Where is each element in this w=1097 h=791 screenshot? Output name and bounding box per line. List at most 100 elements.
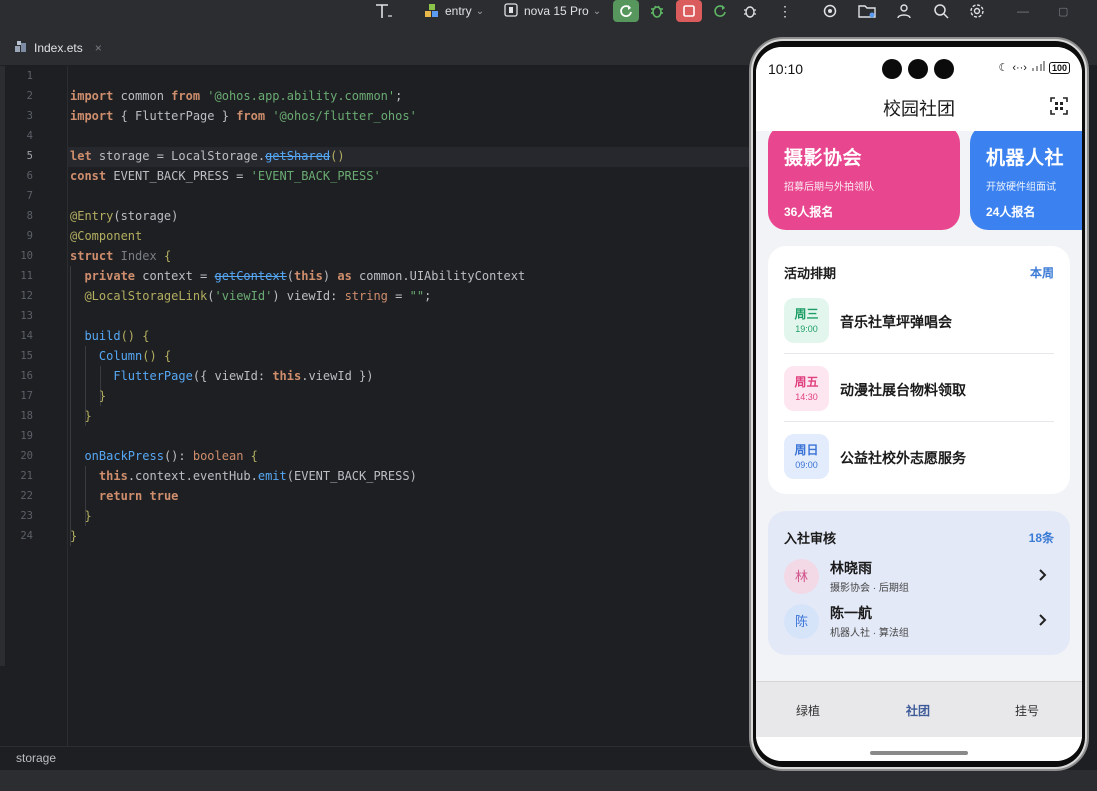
stop-button[interactable] bbox=[676, 0, 702, 22]
club-count: 36人报名 bbox=[784, 205, 834, 219]
refresh-icon bbox=[714, 5, 726, 17]
club-name: 机器人社 bbox=[986, 148, 1065, 169]
data-transfer-icon: ‹··› bbox=[1012, 61, 1027, 74]
event-time: 19:00 bbox=[795, 324, 818, 334]
event-title: 公益社校外志愿服务 bbox=[840, 450, 966, 466]
line-number: 14 bbox=[20, 330, 33, 342]
rerun-icon bbox=[620, 5, 632, 17]
event-title: 动漫社展台物料领取 bbox=[840, 382, 966, 398]
line-number: 17 bbox=[20, 390, 33, 402]
line-number: 23 bbox=[20, 510, 33, 522]
breadcrumb-symbol[interactable]: storage bbox=[16, 751, 56, 765]
phone-screen: 10:10 ☾ ‹··› 100 校园社团 摄影协会 招募后期与外拍领队 36人… bbox=[756, 47, 1082, 761]
chevron-right-icon bbox=[1038, 613, 1048, 632]
applicant-detail: 摄影协会 · 后期组 bbox=[830, 583, 909, 594]
line-number: 11 bbox=[20, 270, 33, 282]
tab-index-ets[interactable]: Index.ets × bbox=[14, 38, 102, 58]
avatar: 林 bbox=[784, 559, 819, 594]
attach-debug-icon bbox=[744, 6, 756, 18]
tab-filename: Index.ets bbox=[34, 41, 83, 55]
event-time: 09:00 bbox=[795, 460, 818, 470]
battery-indicator: 100 bbox=[1048, 61, 1070, 74]
line-number: 20 bbox=[20, 450, 33, 462]
code-line-22: return true bbox=[98, 489, 179, 503]
review-count-link[interactable]: 18条 bbox=[1029, 529, 1054, 546]
search-icon[interactable] bbox=[933, 0, 949, 22]
device-selector[interactable]: nova 15 Pro ⌄ bbox=[504, 0, 601, 22]
close-tab-icon[interactable]: × bbox=[95, 41, 102, 55]
applicant-row[interactable]: 林林晓雨摄影协会 · 后期组 bbox=[784, 556, 1054, 598]
code-line-23: } bbox=[84, 509, 92, 523]
code-editor[interactable]: 1 2 3 4 5 6 7 8 9 10 11 12 13 14 15 16 17 18 19 20 21 22 23 24 … bbox=[0, 66, 760, 746]
chevron-down-icon: ⌄ bbox=[475, 5, 485, 17]
phone-status-bar: 10:10 ☾ ‹··› 100 bbox=[756, 47, 1082, 87]
home-indicator[interactable] bbox=[870, 751, 968, 755]
code-line-8: @Entry(storage) bbox=[70, 209, 179, 223]
folder-icon[interactable] bbox=[858, 0, 876, 22]
event-date-badge: 周三 19:00 bbox=[784, 298, 829, 343]
run-button[interactable] bbox=[613, 0, 639, 22]
status-time: 10:10 bbox=[768, 61, 804, 77]
restore-window-icon[interactable]: ▢ bbox=[1058, 0, 1068, 22]
line-number: 15 bbox=[20, 350, 33, 362]
club-name: 摄影协会 bbox=[784, 148, 863, 169]
line-number: 2 bbox=[26, 90, 33, 102]
target-icon[interactable] bbox=[822, 0, 838, 22]
minimize-icon[interactable]: — bbox=[1017, 0, 1029, 22]
applicant-detail: 机器人社 · 算法组 bbox=[830, 628, 909, 639]
signal-icon bbox=[1031, 61, 1045, 74]
club-desc: 招募后期与外拍领队 bbox=[784, 182, 874, 193]
schedule-card: 活动排期 本周 周三 19:00 音乐社草坪弹唱会 周五 14:30 动漫社展台物料领取周… bbox=[768, 246, 1070, 494]
code-line-11: private context = getContext(this) as co… bbox=[84, 269, 526, 283]
line-number: 7 bbox=[26, 190, 33, 202]
code-line-2: import common from '@ohos.app.ability.co… bbox=[70, 89, 403, 103]
stop-icon bbox=[683, 5, 695, 17]
code-line-6: const EVENT_BACK_PRESS = 'EVENT_BACK_PRE… bbox=[70, 169, 381, 183]
schedule-week-link[interactable]: 本周 bbox=[1030, 264, 1054, 281]
text-format-icon[interactable] bbox=[374, 0, 394, 22]
tab-registration[interactable]: 挂号 bbox=[1015, 702, 1039, 719]
line-number: 19 bbox=[20, 430, 33, 442]
camera-cutout bbox=[882, 59, 902, 79]
avatar: 陈 bbox=[784, 604, 819, 639]
line-number: 9 bbox=[26, 230, 33, 242]
more-options-icon[interactable]: ⋮ bbox=[778, 0, 792, 22]
bug-icon bbox=[651, 5, 663, 18]
event-time: 14:30 bbox=[795, 392, 818, 402]
schedule-title: 活动排期 bbox=[784, 266, 837, 281]
event-date-badge: 周五 14:30 bbox=[784, 366, 829, 411]
review-card: 入社审核 18条 林林晓雨摄影协会 · 后期组陈陈一航 机器人社 · 算法组 bbox=[768, 511, 1070, 655]
attach-debugger-button[interactable] bbox=[742, 0, 758, 22]
line-number: 16 bbox=[20, 370, 33, 382]
review-title: 入社审核 bbox=[784, 531, 837, 546]
event-row[interactable]: 周五 14:30 动漫社展台物料领取 bbox=[784, 354, 1054, 422]
module-selector[interactable]: entry ⌄ bbox=[424, 0, 484, 22]
content-scroll[interactable]: 摄影协会 招募后期与外拍领队 36人报名 机器人社 开放硬件组面试 24人报名 … bbox=[756, 131, 1082, 681]
event-row[interactable]: 周三 19:00 音乐社草坪弹唱会 bbox=[784, 286, 1054, 354]
debug-button[interactable] bbox=[649, 0, 665, 22]
chevron-right-icon bbox=[1038, 568, 1048, 587]
chevron-down-icon: ⌄ bbox=[592, 5, 602, 17]
line-number: 8 bbox=[26, 210, 33, 222]
applicant-row[interactable]: 陈陈一航 机器人社 · 算法组 bbox=[784, 601, 1054, 643]
moon-icon: ☾ bbox=[998, 62, 1009, 74]
line-number: 1 bbox=[26, 70, 33, 82]
club-card-photography[interactable]: 摄影协会 招募后期与外拍领队 36人报名 bbox=[768, 131, 960, 230]
module-label: entry bbox=[445, 4, 472, 18]
scan-qr-icon[interactable] bbox=[1050, 97, 1068, 120]
apply-changes-button[interactable] bbox=[712, 0, 728, 22]
line-number: 10 bbox=[20, 250, 33, 262]
event-day: 周五 bbox=[794, 375, 819, 389]
applicant-name: 林晓雨 bbox=[830, 560, 872, 576]
device-icon bbox=[504, 2, 518, 20]
ide-bottom-bar bbox=[0, 770, 1097, 791]
code-line-9: @Component bbox=[70, 229, 143, 243]
tab-plants[interactable]: 绿植 bbox=[796, 702, 820, 719]
tab-clubs[interactable]: 社团 bbox=[906, 702, 930, 719]
settings-gear-icon[interactable] bbox=[969, 0, 985, 22]
code-line-16: FlutterPage({ viewId: this.viewId }) bbox=[113, 369, 374, 383]
event-row[interactable]: 周日 09:00 公益社校外志愿服务 bbox=[784, 422, 1054, 490]
camera-cutout bbox=[908, 59, 928, 79]
club-card-robotics[interactable]: 机器人社 开放硬件组面试 24人报名 bbox=[970, 131, 1082, 230]
user-icon[interactable] bbox=[896, 0, 912, 22]
